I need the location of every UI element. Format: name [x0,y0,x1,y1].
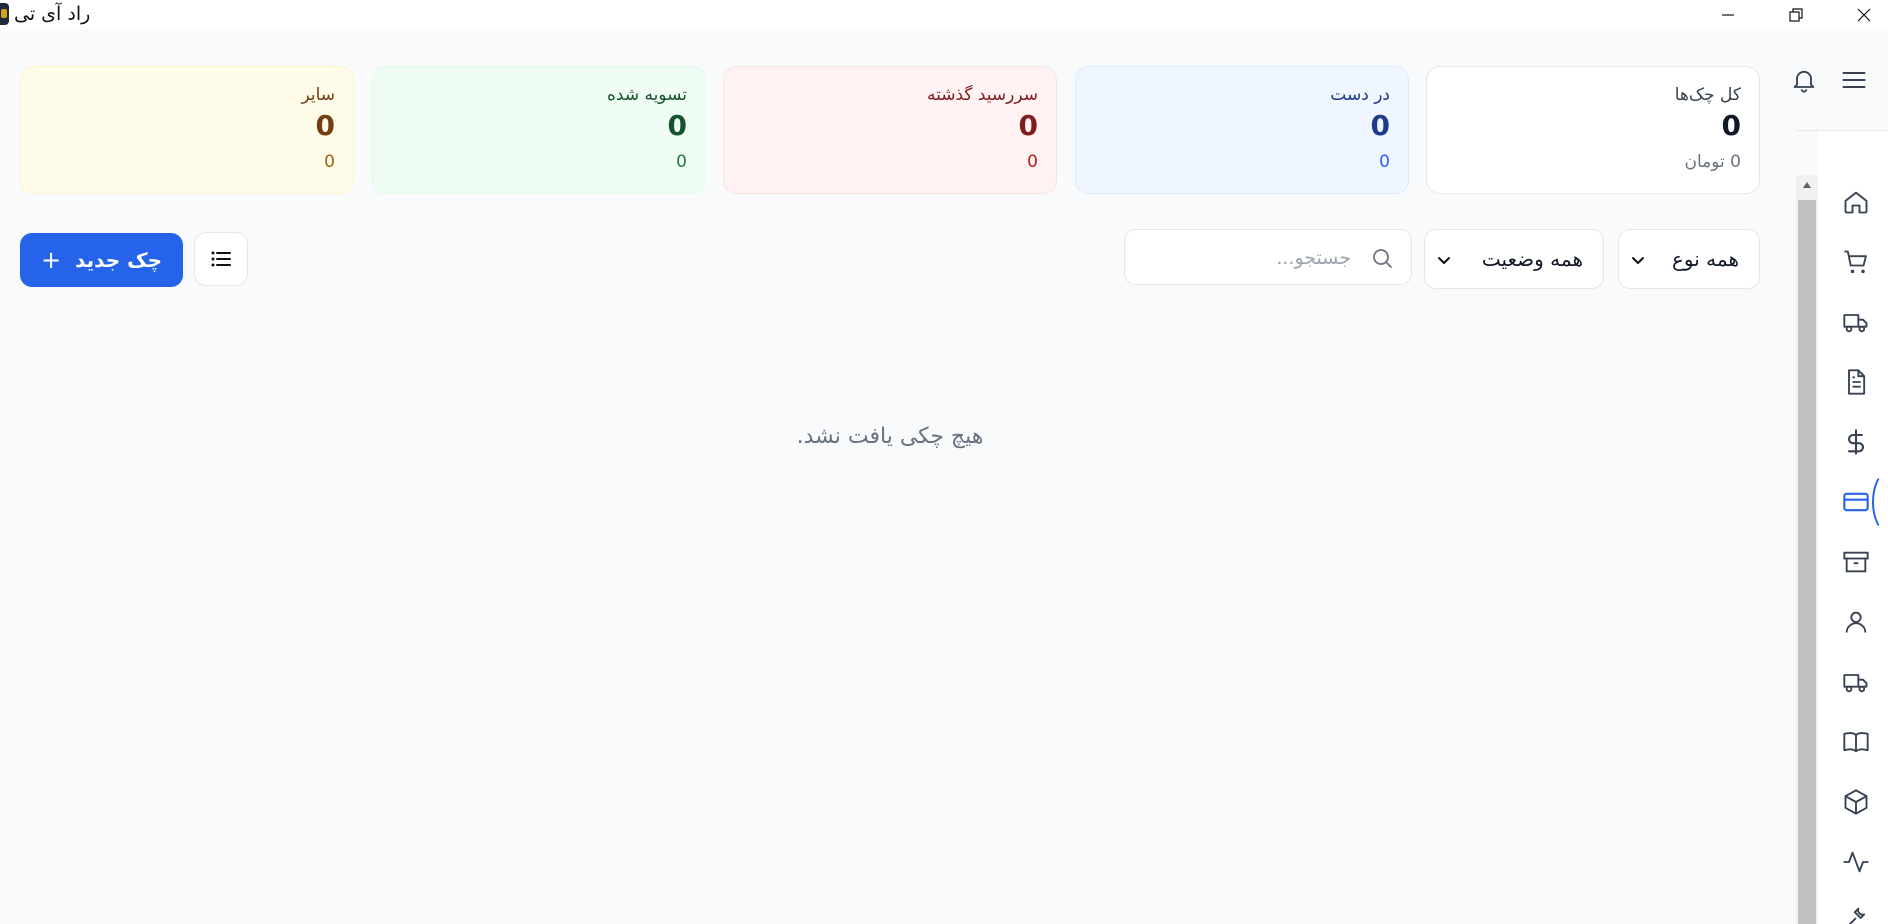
stat-card-amount: 0 [676,152,687,172]
archive-icon [1843,551,1869,573]
list-icon [211,251,231,267]
activity-icon [1843,851,1869,873]
stat-card-title: کل چک‌ها [1674,85,1741,105]
delivery-truck-icon [1843,674,1868,693]
package-icon [1844,789,1868,815]
type-filter-select[interactable]: همه نوع [1618,229,1760,289]
sidebar-item-reports[interactable] [1836,842,1876,882]
type-filter-value: همه نوع [1671,247,1739,271]
stat-card-count: 0 [1018,109,1038,142]
stat-card-amount: 0 [1379,152,1390,172]
status-filter-select[interactable]: همه وضعیت [1424,229,1604,289]
close-icon [1857,8,1871,21]
chevron-down-icon [1632,257,1644,264]
sidebar-item-shipping[interactable] [1836,302,1876,342]
sidebar-item-cheques[interactable] [1836,482,1876,522]
title-bar: راد آی تی [0,0,1888,29]
notifications-button[interactable] [1784,60,1824,100]
status-filter-value: همه وضعیت [1481,247,1583,271]
minimize-button[interactable] [1700,0,1756,29]
list-view-button[interactable] [194,232,248,286]
stat-card-overdue: سررسید گذشته 0 0 [723,66,1057,194]
minimize-icon [1722,13,1734,16]
chevron-down-icon [1438,257,1450,264]
scrollbar-thumb[interactable] [1798,200,1816,924]
tools-icon [1848,907,1866,924]
stat-card-title: سررسید گذشته [926,85,1038,105]
sidebar-item-customers[interactable] [1836,602,1876,642]
sidebar-item-products[interactable] [1836,782,1876,822]
restore-button[interactable] [1768,0,1824,29]
stat-card-amount: 0 تومان [1684,152,1741,172]
truck-icon [1843,314,1868,333]
sidebar-item-ledger[interactable] [1836,722,1876,762]
close-button[interactable] [1836,0,1888,29]
hamburger-icon [1842,71,1866,89]
main-content: کل چک‌ها 0 0 تومان در دست 0 0 سررسید گذش… [0,29,1796,924]
app-logo-icon [0,3,9,25]
stat-card-amount: 0 [324,152,335,172]
bell-icon [1793,70,1815,93]
empty-state-message: هیچ چکی یافت نشد. [796,424,984,449]
book-icon [1843,732,1869,753]
search-input[interactable] [1151,244,1351,272]
dollar-icon [1847,429,1865,455]
menu-button[interactable] [1834,60,1874,100]
stat-card-amount: 0 [1027,152,1038,172]
stat-card-total: کل چک‌ها 0 0 تومان [1426,66,1760,194]
stat-card-title: تسویه شده [606,85,687,105]
stat-card-count: 0 [667,109,687,142]
stat-card-title: در دست [1330,85,1390,105]
search-box [1124,229,1412,285]
sidebar-item-sales[interactable] [1836,242,1876,282]
restore-icon [1789,7,1803,22]
triangle-up-icon [1803,182,1811,188]
sidebar-item-delivery[interactable] [1836,662,1876,702]
stat-card-title: سایر [301,85,335,105]
stat-card-settled: تسویه شده 0 0 [372,66,706,194]
user-icon [1845,611,1867,633]
new-cheque-label: چک جدید [75,248,162,272]
stat-card-count: 0 [1370,109,1390,142]
stat-card-count: 0 [1721,109,1741,142]
document-icon [1848,369,1866,395]
sidebar-item-finance[interactable] [1836,422,1876,462]
plus-icon: + [41,246,62,274]
home-icon [1844,191,1868,214]
sidebar-item-documents[interactable] [1836,362,1876,402]
new-cheque-button[interactable]: + چک جدید [20,233,183,287]
cart-icon [1844,250,1867,274]
credit-card-icon [1843,492,1869,512]
window-title: راد آی تی [14,3,91,25]
scroll-up-arrow[interactable] [1799,178,1815,192]
stat-card-in-hand: در دست 0 0 [1075,66,1409,194]
stat-card-count: 0 [315,109,335,142]
sidebar-item-archive[interactable] [1836,542,1876,582]
stat-card-other: سایر 0 0 [20,66,354,194]
sidebar-item-tools[interactable] [1836,898,1876,924]
sidebar-item-home[interactable] [1836,182,1876,222]
search-icon [1373,249,1392,268]
